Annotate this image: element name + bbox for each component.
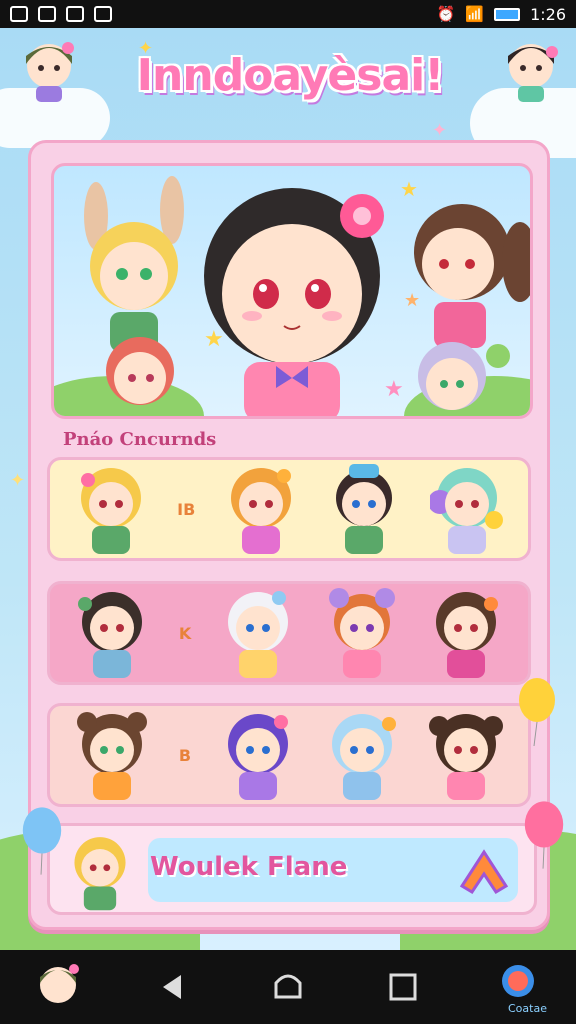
battery-icon [494,7,521,21]
status-bar: ⏰ 📶 1:26 [0,0,576,28]
ponytail-girl-character[interactable] [414,204,533,348]
sd-card-icon [66,6,84,22]
balloon-icon [519,678,555,746]
selected-character-name: Woulek Flane [150,852,348,882]
back-icon[interactable] [143,957,203,1017]
character-card[interactable] [75,708,149,802]
character-card[interactable] [325,586,399,680]
character-card[interactable] [325,708,399,802]
character-panel: ★ ★ ★ ★ Pnáo Cncurnds IB K B Woulek Flan… [28,140,550,930]
section-title: Pnáo Cncurnds [63,429,217,450]
home-icon[interactable] [258,957,318,1017]
svg-text:★: ★ [400,177,418,201]
recents-icon[interactable] [373,957,433,1017]
player-avatar-shortcut[interactable] [28,957,88,1017]
character-card[interactable] [221,708,295,802]
character-card[interactable] [327,462,401,556]
svg-text:★: ★ [384,377,404,402]
character-row[interactable]: K [47,581,531,685]
balloon-icon [22,807,62,875]
download-icon [94,6,112,22]
row-separator: IB [177,499,196,519]
row-separator: K [178,623,192,643]
selected-character-card[interactable]: Woulek Flane [47,823,537,915]
image-icon [38,6,56,22]
selected-character-avatar [74,837,126,911]
star-icon: ✦ [138,38,154,59]
character-card[interactable] [224,462,298,556]
character-card[interactable] [429,462,504,556]
alarm-icon: ⏰ [436,5,456,23]
character-row[interactable]: B [47,703,531,807]
svg-text:★: ★ [204,327,224,352]
character-card[interactable] [75,586,149,680]
wifi-icon: 📶 [465,5,485,23]
player-avatar-left[interactable] [14,34,84,104]
character-card[interactable] [74,462,148,556]
star-icon: ✦ [432,120,448,141]
system-nav-bar [0,950,576,1024]
star-icon: ✦ [10,470,26,491]
featured-characters-banner[interactable]: ★ ★ ★ ★ [51,163,533,419]
character-row[interactable]: IB [47,457,531,561]
character-card[interactable] [428,708,503,802]
clock: 1:26 [530,4,566,24]
game-title: Inndoayèsai! [136,50,445,101]
friend-avatar-right[interactable] [496,34,566,104]
app-label: Coatae [508,1002,547,1015]
main-heroine-character[interactable] [204,188,384,419]
svg-text:★: ★ [404,290,420,311]
row-separator: B [178,745,192,765]
notification-icon [10,6,28,22]
arrow-up-icon[interactable] [456,846,512,898]
red-hair-kid-character[interactable] [106,337,174,405]
character-card[interactable] [221,586,295,680]
balloon-icon [524,801,564,869]
character-card[interactable] [429,586,503,680]
bunny-girl-character[interactable] [84,176,184,352]
